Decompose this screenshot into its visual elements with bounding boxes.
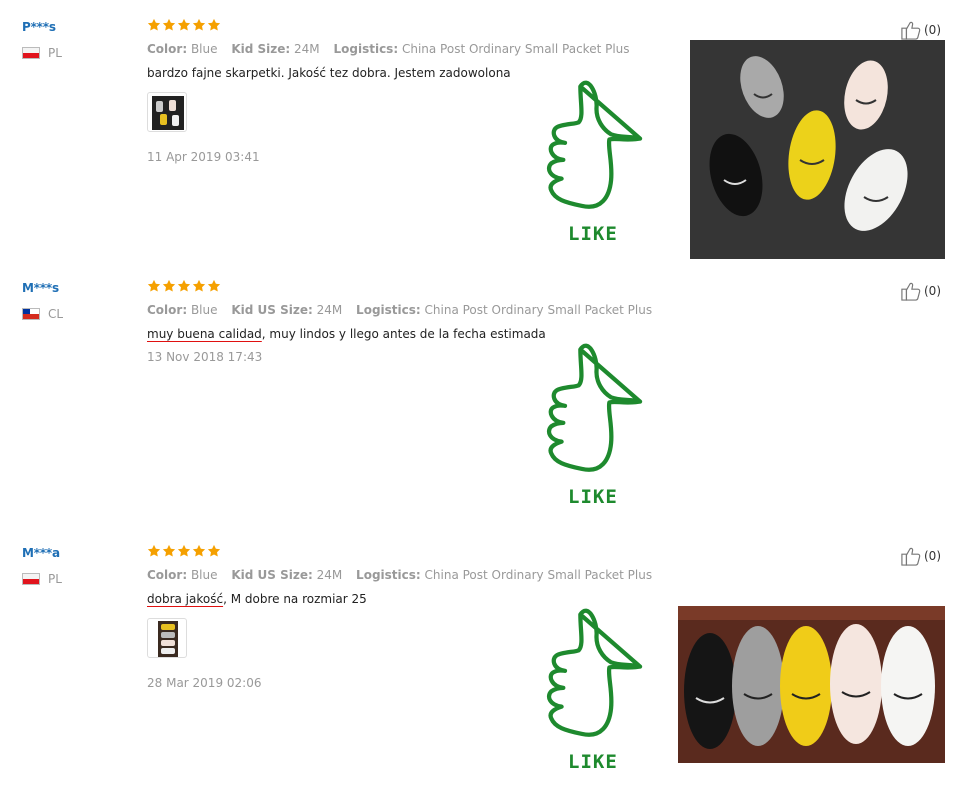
rating-stars (147, 279, 221, 295)
star-icon (192, 279, 206, 293)
star-icon (207, 544, 221, 558)
flag-icon (22, 47, 40, 59)
star-icon (207, 279, 221, 293)
star-icon (162, 279, 176, 293)
size-value: 24M (316, 568, 343, 582)
review-date: 28 Mar 2019 02:06 (147, 676, 262, 690)
rating-stars (147, 18, 221, 34)
thumbs-up-icon (900, 281, 922, 301)
star-icon (192, 544, 206, 558)
review-photo-thumbnail[interactable] (147, 618, 187, 658)
country-code: CL (48, 307, 64, 321)
star-icon (147, 18, 161, 32)
size-label: Kid US Size: (231, 568, 313, 582)
review-text: bardzo fajne skarpetki. Jakość tez dobra… (147, 66, 511, 80)
thumbs-up-icon (532, 606, 656, 751)
star-icon (207, 18, 221, 32)
logistics-value: China Post Ordinary Small Packet Plus (401, 42, 630, 56)
logistics-label: Logistics: (333, 42, 399, 56)
reviewer-country: PL (22, 572, 62, 586)
review-text-rest: , muy lindos y llego antes de la fecha e… (261, 327, 546, 341)
size-label: Kid US Size: (231, 303, 313, 317)
review-text-rest: , M dobre na rozmiar 25 (223, 592, 367, 606)
review-text: dobra jakość, M dobre na rozmiar 25 (147, 592, 367, 606)
reviewer-country: CL (22, 307, 63, 321)
flag-icon (22, 573, 40, 585)
helpful-count: (0) (924, 23, 941, 37)
like-label: LIKE (568, 751, 618, 773)
thumbs-up-icon (900, 546, 922, 566)
like-graphic: LIKE (532, 606, 656, 776)
star-icon (162, 544, 176, 558)
like-label: LIKE (568, 486, 618, 508)
review-text-highlight: dobra jakość (147, 592, 224, 606)
helpful-button[interactable]: (0) (900, 546, 941, 566)
review-date: 13 Nov 2018 17:43 (147, 350, 263, 364)
color-label: Color: (147, 42, 188, 56)
size-value: 24M (294, 42, 320, 56)
color-label: Color: (147, 568, 188, 582)
star-icon (177, 279, 191, 293)
like-graphic: LIKE (532, 78, 656, 248)
country-code: PL (48, 46, 62, 60)
review-date: 11 Apr 2019 03:41 (147, 150, 260, 164)
like-graphic: LIKE (532, 341, 656, 511)
country-code: PL (48, 572, 62, 586)
helpful-count: (0) (924, 549, 941, 563)
reviewer-name[interactable]: M***a (22, 546, 60, 560)
order-attributes: Color: Blue Kid US Size: 24M Logistics: … (147, 303, 652, 317)
reviewer-name[interactable]: M***s (22, 281, 59, 295)
logistics-label: Logistics: (356, 568, 421, 582)
helpful-button[interactable]: (0) (900, 20, 941, 40)
review-text: muy buena calidad, muy lindos y llego an… (147, 327, 546, 341)
reviewer-name[interactable]: P***s (22, 20, 56, 34)
logistics-value: China Post Ordinary Small Packet Plus (424, 568, 653, 582)
review-text-highlight: muy buena calidad (147, 327, 262, 341)
star-icon (177, 18, 191, 32)
star-icon (192, 18, 206, 32)
flag-icon (22, 308, 40, 320)
size-value: 24M (316, 303, 343, 317)
thumbs-up-icon (532, 78, 656, 223)
reviewer-country: PL (22, 46, 62, 60)
size-label: Kid Size: (231, 42, 291, 56)
thumbs-up-icon (532, 341, 656, 486)
logistics-value: China Post Ordinary Small Packet Plus (424, 303, 653, 317)
review-photo-thumbnail[interactable] (147, 92, 187, 132)
logistics-label: Logistics: (356, 303, 421, 317)
thumbs-up-icon (900, 20, 922, 40)
color-value: Blue (190, 42, 218, 56)
review-photo[interactable] (678, 606, 945, 763)
like-label: LIKE (568, 223, 618, 245)
color-value: Blue (190, 303, 218, 317)
order-attributes: Color: Blue Kid Size: 24M Logistics: Chi… (147, 42, 630, 56)
helpful-button[interactable]: (0) (900, 281, 941, 301)
helpful-count: (0) (924, 284, 941, 298)
star-icon (147, 279, 161, 293)
color-value: Blue (190, 568, 218, 582)
color-label: Color: (147, 303, 188, 317)
review-photo[interactable] (690, 40, 945, 259)
rating-stars (147, 544, 221, 560)
order-attributes: Color: Blue Kid US Size: 24M Logistics: … (147, 568, 652, 582)
star-icon (162, 18, 176, 32)
star-icon (147, 544, 161, 558)
star-icon (177, 544, 191, 558)
